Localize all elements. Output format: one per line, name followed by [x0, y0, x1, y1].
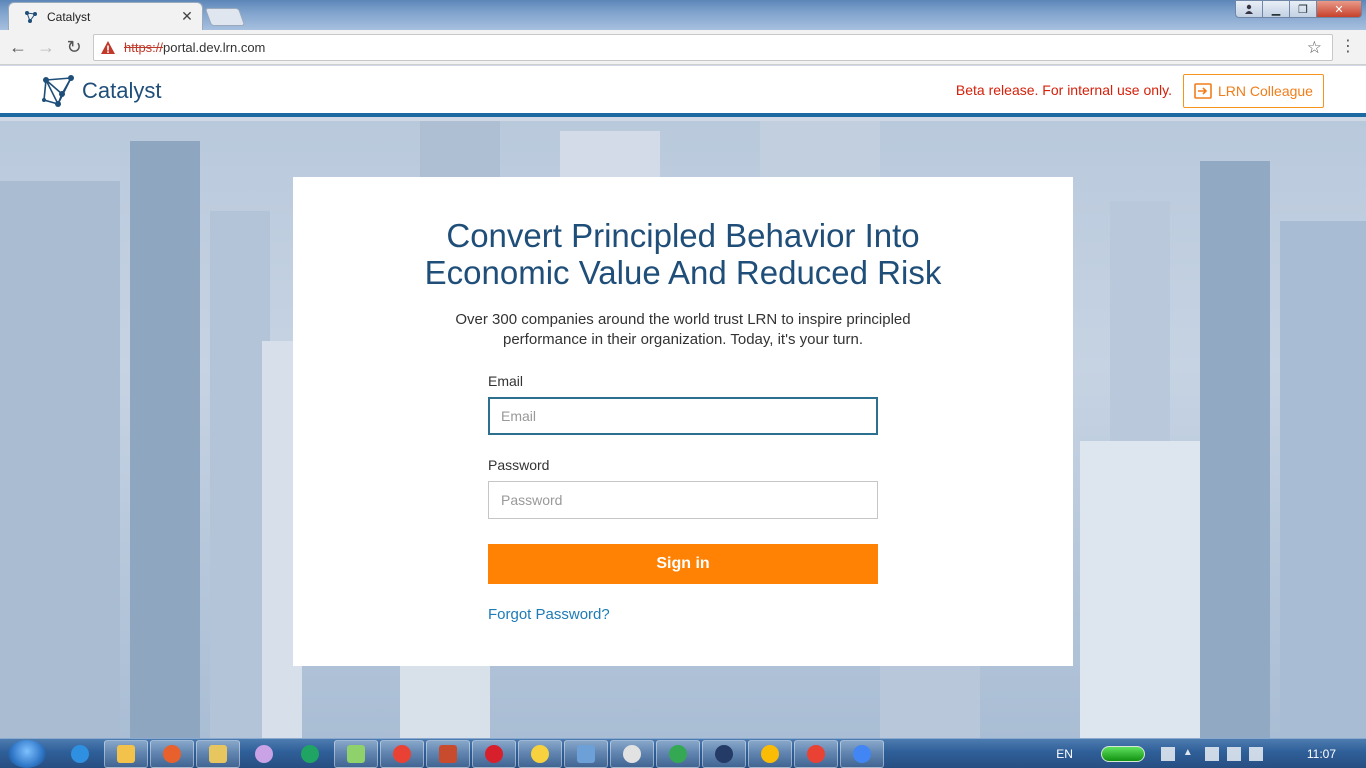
taskbar-pinned-apps [58, 740, 886, 768]
browser-menu-icon[interactable]: ⋮ [1340, 36, 1356, 56]
url-text: https://portal.dev.lrn.com [124, 40, 265, 55]
bookmark-star-icon[interactable]: ☆ [1307, 38, 1322, 58]
forgot-password-link[interactable]: Forgot Password? [488, 606, 610, 623]
internet-explorer-icon[interactable] [58, 740, 102, 768]
chrome-window-3-icon[interactable] [748, 740, 792, 768]
hangouts-icon[interactable] [288, 740, 332, 768]
background-building [420, 121, 500, 181]
reload-icon[interactable]: ↻ [60, 33, 88, 61]
battery-icon[interactable] [1100, 746, 1145, 762]
lrn-colleague-label: LRN Colleague [1218, 83, 1313, 99]
catalyst-logo-icon [42, 75, 74, 107]
system-tray: EN ▲ 11:07 [1056, 739, 1366, 768]
window-close-icon[interactable]: ✕ [1316, 0, 1362, 18]
tab-close-icon[interactable]: ✕ [180, 8, 194, 25]
headline-line-1: Convert Principled Behavior Into [446, 217, 920, 254]
sign-in-arrow-icon [1194, 83, 1212, 99]
user-profile-icon[interactable] [1235, 0, 1263, 18]
network-hub-icon[interactable] [1160, 747, 1175, 761]
catalyst-logo[interactable]: Catalyst [42, 74, 161, 108]
tab-title: Catalyst [47, 9, 91, 24]
catalyst-favicon-icon [23, 9, 39, 25]
background-building [1280, 221, 1366, 738]
background-building [400, 666, 490, 738]
browser-tab-catalyst[interactable]: Catalyst ✕ [8, 2, 203, 30]
chrome-window-5-icon[interactable] [840, 740, 884, 768]
windows-taskbar: EN ▲ 11:07 [0, 738, 1366, 768]
background-building [210, 211, 270, 738]
chrome-icon[interactable] [380, 740, 424, 768]
window-app-icon[interactable] [564, 740, 608, 768]
logo-text: Catalyst [82, 78, 162, 103]
page-subtitle: Over 300 companies around the world trus… [455, 311, 911, 348]
login-card: Convert Principled Behavior Into Economi… [293, 177, 1073, 666]
minimize-icon[interactable]: ▁ [1262, 0, 1290, 18]
pinwheel-app-icon[interactable] [242, 740, 286, 768]
browser-tabstrip: Catalyst ✕ ▁ ❐ ✕ [0, 0, 1366, 30]
background-building [1200, 161, 1270, 738]
background-building [1080, 441, 1200, 738]
language-indicator[interactable]: EN [1056, 747, 1073, 761]
file-sync-icon[interactable] [334, 740, 378, 768]
file-explorer-icon[interactable] [196, 740, 240, 768]
new-tab-button[interactable] [204, 8, 246, 26]
outlook-calendar-icon[interactable] [104, 740, 148, 768]
email-label: Email [488, 373, 524, 389]
background-building [880, 666, 980, 738]
headline-line-2: Economic Value And Reduced Risk [424, 254, 942, 291]
beta-notice: Beta release. For internal use only. [955, 82, 1172, 98]
paint-app-icon[interactable] [610, 740, 654, 768]
media-app-icon[interactable] [702, 740, 746, 768]
taskbar-clock[interactable]: 11:07 [1307, 747, 1336, 761]
lrn-colleague-button[interactable]: LRN Colleague [1183, 74, 1324, 108]
background-building [1110, 201, 1170, 441]
red-app-icon[interactable] [472, 740, 516, 768]
url-scheme: https:// [124, 40, 164, 55]
clipboard-icon[interactable] [1248, 747, 1263, 761]
restore-icon[interactable]: ❐ [1289, 0, 1317, 18]
sign-in-button[interactable]: Sign in [488, 544, 878, 584]
background-building [0, 181, 120, 738]
chrome-window-4-icon[interactable] [794, 740, 838, 768]
email-field[interactable] [488, 397, 878, 435]
action-center-flag-icon[interactable] [1204, 747, 1219, 761]
site-header: Catalyst Beta release. For internal use … [0, 66, 1366, 117]
page-headline: Convert Principled Behavior Into Economi… [293, 217, 1073, 291]
address-bar[interactable]: https://portal.dev.lrn.com ☆ [93, 34, 1333, 61]
window-controls: ▁ ❐ ✕ [1235, 0, 1362, 18]
chat-app-icon[interactable] [518, 740, 562, 768]
password-field[interactable] [488, 481, 878, 519]
not-secure-warning-icon[interactable] [100, 40, 116, 56]
firefox-icon[interactable] [150, 740, 194, 768]
background-building [760, 121, 880, 177]
background-building [130, 141, 200, 738]
url-host: portal.dev.lrn.com [163, 40, 266, 55]
show-hidden-icons-icon[interactable]: ▲ [1183, 747, 1197, 761]
display-icon[interactable] [1226, 747, 1241, 761]
spreadsheet-app-icon[interactable] [426, 740, 470, 768]
password-label: Password [488, 457, 550, 473]
start-button[interactable] [8, 740, 46, 768]
forward-icon[interactable]: → [32, 33, 60, 61]
browser-toolbar: ← → ↻ https://portal.dev.lrn.com ☆ ⋮ [0, 30, 1366, 65]
background-building [560, 131, 660, 181]
chrome-window-2-icon[interactable] [656, 740, 700, 768]
back-icon[interactable]: ← [4, 33, 32, 61]
